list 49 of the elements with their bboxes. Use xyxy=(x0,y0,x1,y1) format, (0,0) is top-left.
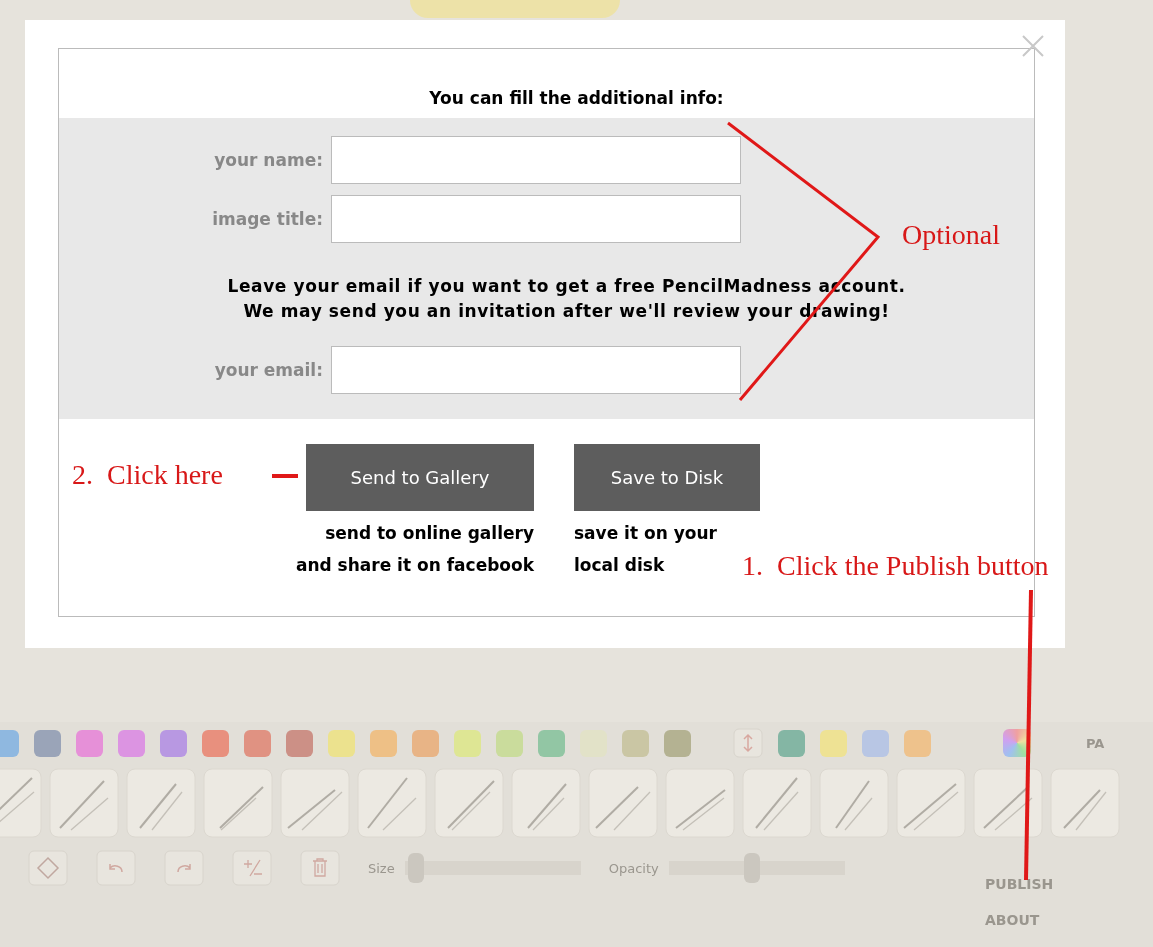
leader-line xyxy=(272,474,298,478)
button-caption: send to online gallery xyxy=(325,522,534,545)
button-caption: local disk xyxy=(574,554,665,577)
brush-icon[interactable] xyxy=(971,768,1045,838)
panel-label: PA xyxy=(1086,735,1105,751)
input-field[interactable] xyxy=(331,346,741,394)
color-swatch[interactable] xyxy=(622,729,649,757)
slider-thumb[interactable] xyxy=(407,853,424,883)
fill-icon[interactable] xyxy=(28,850,68,886)
field-label: your name: xyxy=(213,150,324,170)
color-swatch[interactable] xyxy=(244,729,271,757)
color-swatch[interactable] xyxy=(778,729,805,757)
plus-minus-icon[interactable] xyxy=(232,850,272,886)
slider-thumb[interactable] xyxy=(743,853,760,883)
button-caption: save it on your xyxy=(574,522,717,545)
color-swatch[interactable] xyxy=(862,729,889,757)
color-swatch[interactable] xyxy=(664,729,691,757)
color-swatch[interactable] xyxy=(0,729,19,757)
color-swatch[interactable] xyxy=(412,729,439,757)
button-caption: and share it on facebook xyxy=(295,554,534,577)
color-swatch[interactable] xyxy=(202,729,229,757)
slider-label: Size xyxy=(368,860,395,876)
color-swatch[interactable] xyxy=(286,729,313,757)
color-swatch[interactable] xyxy=(34,729,61,757)
color-swatch[interactable] xyxy=(76,729,103,757)
input-field[interactable] xyxy=(331,136,741,184)
color-swatch[interactable] xyxy=(370,729,397,757)
trash-icon[interactable] xyxy=(300,850,340,886)
color-swatch[interactable] xyxy=(454,729,481,757)
action-button[interactable]: Send to Gallery xyxy=(306,444,534,511)
input-field[interactable] xyxy=(331,195,741,243)
field-label: your email: xyxy=(213,360,324,380)
field-label: image title: xyxy=(211,209,324,229)
color-swatch[interactable] xyxy=(118,729,145,757)
redo-icon[interactable] xyxy=(164,850,204,886)
action-button[interactable]: Save to Disk xyxy=(574,444,760,511)
slider-label: Opacity xyxy=(608,860,659,876)
swap-icon[interactable] xyxy=(733,728,763,758)
color-swatch[interactable] xyxy=(496,729,523,757)
color-swatch[interactable] xyxy=(904,729,931,757)
color-swatch[interactable] xyxy=(160,729,187,757)
color-swatch[interactable] xyxy=(328,729,355,757)
close-icon[interactable] xyxy=(1021,34,1045,58)
annotation-text: Optional xyxy=(902,219,1000,251)
annotation-text: 1. Click the Publish button xyxy=(742,550,1049,582)
undo-icon[interactable] xyxy=(96,850,136,886)
dialog-title: You can fill the additional info: xyxy=(428,87,725,110)
color-swatch[interactable] xyxy=(820,729,847,757)
color-swatch[interactable] xyxy=(538,729,565,757)
